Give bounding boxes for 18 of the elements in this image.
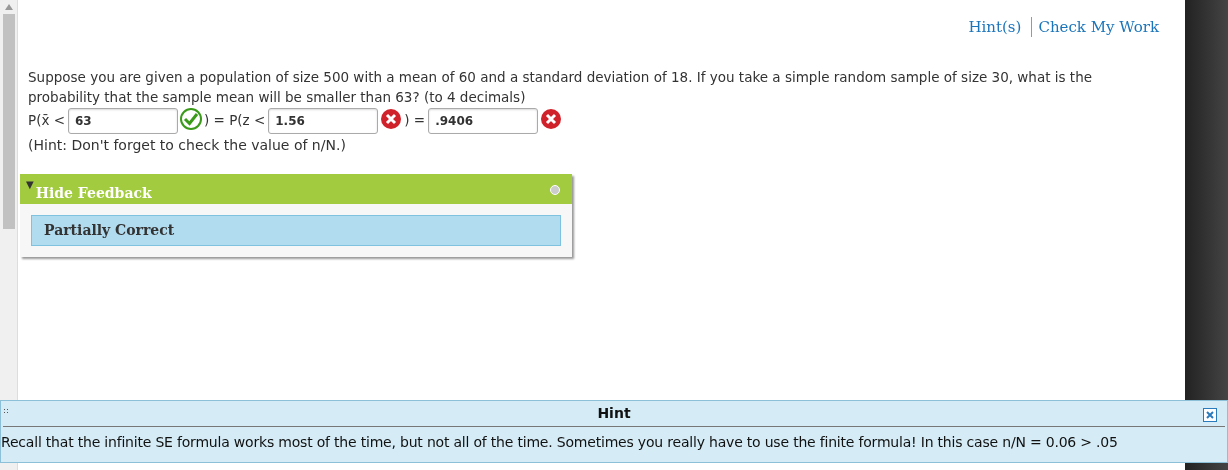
hint-text: (Hint: Don't forget to check the value of n/N.) (28, 135, 347, 155)
expression-text: P(x̄ < (28, 111, 65, 131)
answer-field[interactable]: .9406 (428, 107, 539, 134)
result-text: Partially Correct (44, 220, 175, 240)
hints-link[interactable]: Hint(s) (968, 16, 1032, 39)
triangle-icon: ▼ (26, 176, 34, 192)
answer-field[interactable]: 63 (68, 107, 178, 134)
expression-text: ) = (404, 111, 426, 131)
hint-panel-text: Recall that the infinite SE formula works most of the time, but not all of the time. Sometimes you really have to use the finite formula! In this case n/N = 0.06 > .05 (1, 433, 1119, 452)
feedback-title: Hide Feedback (35, 183, 152, 203)
answer-field[interactable]: 1.56 (268, 107, 379, 134)
check-my-work-link[interactable]: Check My Work (1032, 16, 1159, 39)
close-icon[interactable] (1203, 408, 1217, 422)
question-text: Suppose you are given a population of size 500 with a mean of 60 and a standard deviation of 18. If you take a simple random sample of size 30, what is the probability that the sample mean will be smaller than 63? (to 4 decimals) (28, 67, 1093, 107)
expression-text: ) = P(z < (204, 111, 266, 131)
feedback-header[interactable]: ▼Hide Feedback (20, 173, 572, 204)
scroll-up-icon[interactable] (4, 4, 13, 10)
hint-title: Hint (597, 404, 631, 423)
